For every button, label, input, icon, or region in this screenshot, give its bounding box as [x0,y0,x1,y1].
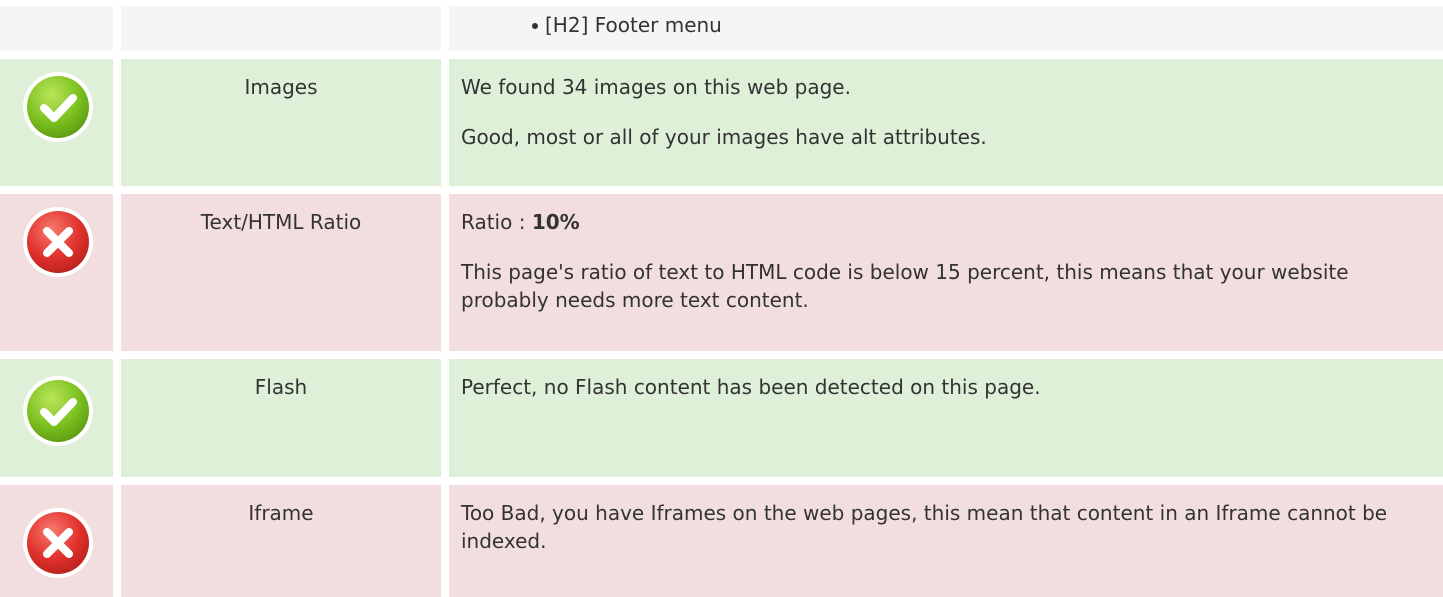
content-cell: [H2] Footer menu [449,6,1443,51]
content-cell: We found 34 images on this web page. Goo… [449,59,1443,186]
seo-report-table: [H2] Footer menu Images We found 34 imag… [0,0,1443,597]
result-text: Good, most or all of your images have al… [461,125,987,149]
check-icon [23,72,93,142]
check-icon [23,376,93,446]
check-label: Flash [254,375,308,399]
label-cell: Iframe [121,485,441,597]
text-html-ratio-row: Text/HTML Ratio Ratio : 10% This page's … [0,194,1443,351]
check-label: Images [244,75,318,99]
result-text: We found 34 images on this web page. [461,75,851,99]
status-cell [0,359,113,477]
images-row: Images We found 34 images on this web pa… [0,59,1443,186]
content-cell: Perfect, no Flash content has been detec… [449,359,1443,477]
label-cell: Flash [121,359,441,477]
cross-icon [23,207,93,277]
flash-row: Flash Perfect, no Flash content has been… [0,359,1443,477]
label-cell: Images [121,59,441,186]
status-cell [0,6,113,51]
status-cell [0,485,113,597]
check-label: Iframe [248,501,314,525]
list-item: [H2] Footer menu [532,11,1427,39]
headings-list: [H2] Footer menu [461,11,1427,39]
label-cell [121,6,441,51]
content-cell: Too Bad, you have Iframes on the web pag… [449,485,1443,597]
label-cell: Text/HTML Ratio [121,194,441,351]
cross-icon [23,508,93,578]
result-text: Perfect, no Flash content has been detec… [461,375,1041,399]
ratio-label: Ratio : [461,210,532,234]
status-cell [0,59,113,186]
content-cell: Ratio : 10% This page's ratio of text to… [449,194,1443,351]
status-cell [0,194,113,351]
result-text: This page's ratio of text to HTML code i… [461,260,1349,312]
headings-row: [H2] Footer menu [0,6,1443,51]
iframe-row: Iframe Too Bad, you have Iframes on the … [0,485,1443,597]
result-text: Too Bad, you have Iframes on the web pag… [461,501,1388,553]
check-label: Text/HTML Ratio [200,210,362,234]
ratio-line: Ratio : 10% [461,208,1427,236]
ratio-value: 10% [531,210,580,234]
